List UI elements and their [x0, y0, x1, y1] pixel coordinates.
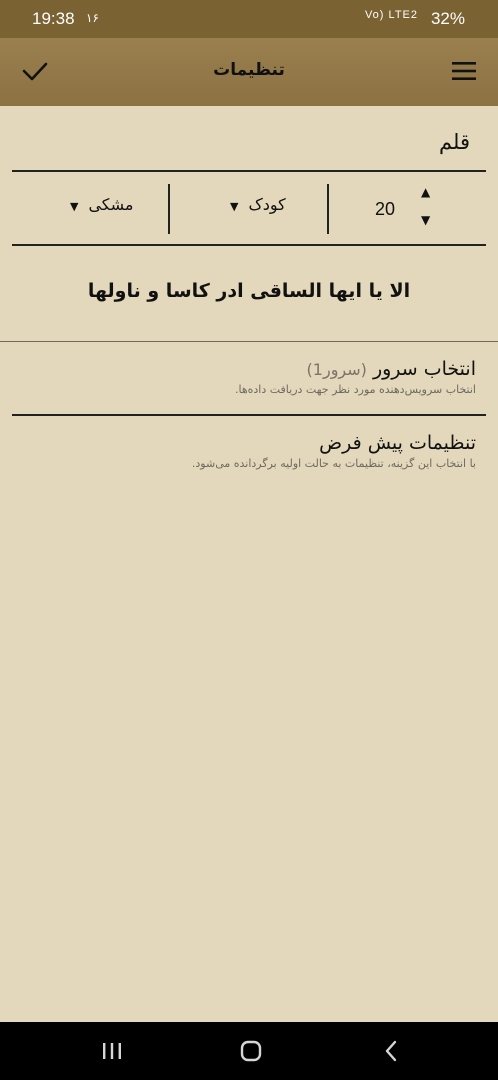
server-selection-item[interactable]: انتخاب سرور (سرور1) انتخاب سرویس‌دهنده م… [235, 358, 476, 396]
font-size-value: 20 [375, 199, 396, 219]
server-selection-title: انتخاب سرور [372, 358, 476, 380]
font-color-dropdown[interactable]: مشکی ▼ [70, 195, 133, 225]
font-family-value: کودک [248, 195, 286, 214]
reset-defaults-item[interactable]: تنظیمات پیش فرض با انتخاب این گزینه، تنظ… [192, 432, 476, 470]
font-family-dropdown[interactable]: کودک ▼ [230, 195, 286, 225]
server-selected-value: (سرور1) [306, 360, 367, 379]
font-bottom-divider [12, 244, 486, 246]
status-time: 19:38 [32, 9, 75, 28]
font-size-stepper[interactable]: 20 ▲ ▼ [355, 183, 455, 235]
section-divider [12, 414, 486, 416]
home-icon[interactable] [236, 1038, 266, 1064]
battery-level: 32% [430, 9, 465, 28]
reset-defaults-title: تنظیمات پیش فرض [319, 432, 476, 454]
hamburger-menu-icon[interactable] [452, 60, 476, 82]
increase-arrow-icon[interactable]: ▲ [421, 185, 430, 199]
font-color-value: مشکی [88, 195, 134, 214]
font-top-divider [12, 170, 486, 172]
font-row-separator [327, 184, 329, 234]
recent-apps-icon[interactable] [97, 1038, 127, 1064]
reset-defaults-subtitle: با انتخاب این گزینه، تنظیمات به حالت اول… [191, 457, 476, 470]
signal-icon: Vo) LTE2 [364, 9, 418, 21]
back-icon[interactable] [376, 1038, 406, 1064]
font-preview-text: الا یا ایها الساقی ادر کاسا و ناولها [87, 280, 411, 302]
app-toolbar: تنظیمات [0, 38, 498, 106]
font-section-title: قلم [439, 130, 470, 154]
chevron-down-icon: ▼ [70, 200, 79, 213]
font-row-separator [168, 184, 170, 234]
status-bar: 19:38 ۱۶ Vo) LTE2 32% [0, 0, 498, 38]
decrease-arrow-icon[interactable]: ▼ [421, 213, 430, 227]
chevron-down-icon: ▼ [230, 200, 239, 213]
section-divider [0, 341, 498, 342]
status-date: ۱۶ [86, 11, 99, 25]
server-selection-subtitle: انتخاب سرویس‌دهنده مورد نظر جهت دریافت د… [234, 383, 476, 396]
system-navigation-bar [0, 1022, 498, 1080]
page-title: تنظیمات [213, 60, 285, 80]
